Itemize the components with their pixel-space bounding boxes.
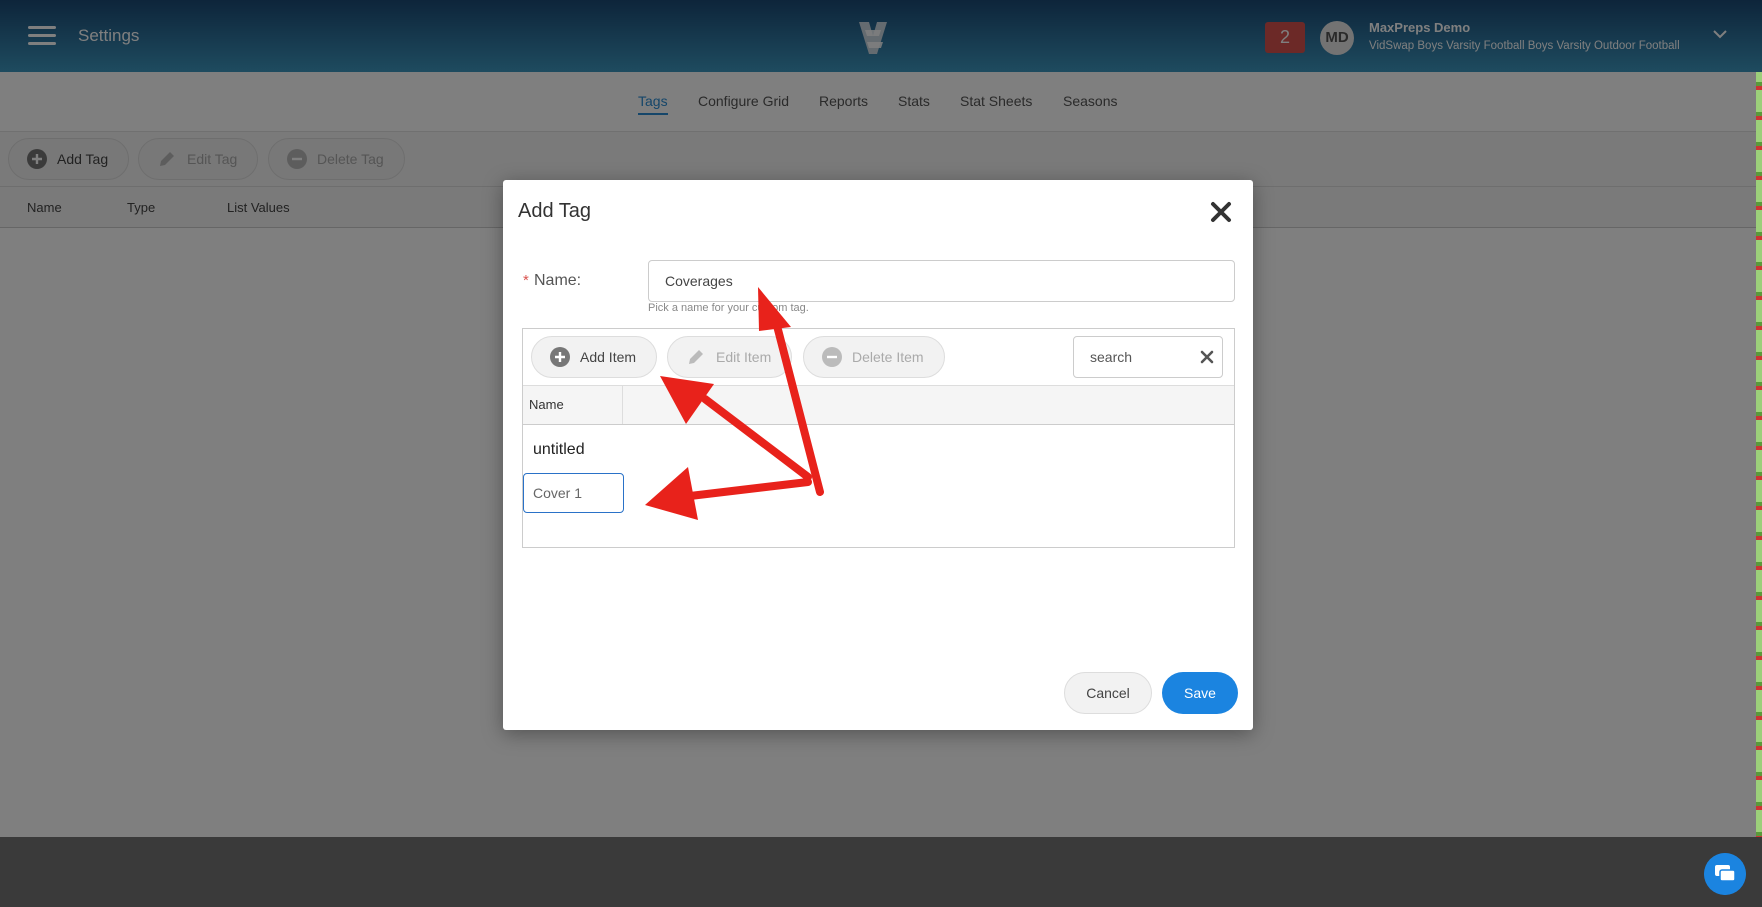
chat-icon[interactable]: [1704, 853, 1746, 895]
tag-name-input[interactable]: [648, 260, 1235, 302]
background-window-strip: [1756, 72, 1762, 837]
edit-item-label: Edit Item: [716, 349, 772, 365]
add-item-button[interactable]: Add Item: [531, 336, 658, 378]
cancel-button[interactable]: Cancel: [1064, 672, 1152, 714]
item-name-editor[interactable]: [523, 473, 624, 513]
add-item-label: Add Item: [580, 349, 637, 365]
delete-item-button[interactable]: Delete Item: [803, 336, 945, 378]
item-search-input[interactable]: [1074, 337, 1194, 377]
delete-item-label: Delete Item: [852, 349, 924, 365]
list-items-panel: Add Item Edit Item Delete Item Name unti…: [522, 328, 1235, 548]
save-button[interactable]: Save: [1162, 672, 1238, 714]
dialog-title: Add Tag: [518, 200, 592, 222]
name-label: Name:: [534, 272, 582, 289]
items-table-header: Name: [523, 385, 1234, 425]
items-column-name[interactable]: Name: [523, 386, 623, 424]
list-item[interactable]: untitled: [533, 441, 585, 459]
clear-search-icon[interactable]: [1200, 350, 1214, 364]
close-icon[interactable]: [1209, 200, 1233, 224]
item-search: [1073, 336, 1223, 378]
name-help-text: Pick a name for your custom tag.: [648, 302, 809, 314]
required-marker: *: [523, 272, 529, 289]
plus-circle-icon: [550, 347, 570, 367]
minus-circle-icon: [822, 347, 842, 367]
add-tag-dialog: Add Tag * Name: Pick a name for your cus…: [503, 180, 1253, 730]
footer-bar: [0, 837, 1762, 907]
edit-item-button[interactable]: Edit Item: [667, 336, 793, 378]
pencil-icon: [689, 350, 703, 364]
